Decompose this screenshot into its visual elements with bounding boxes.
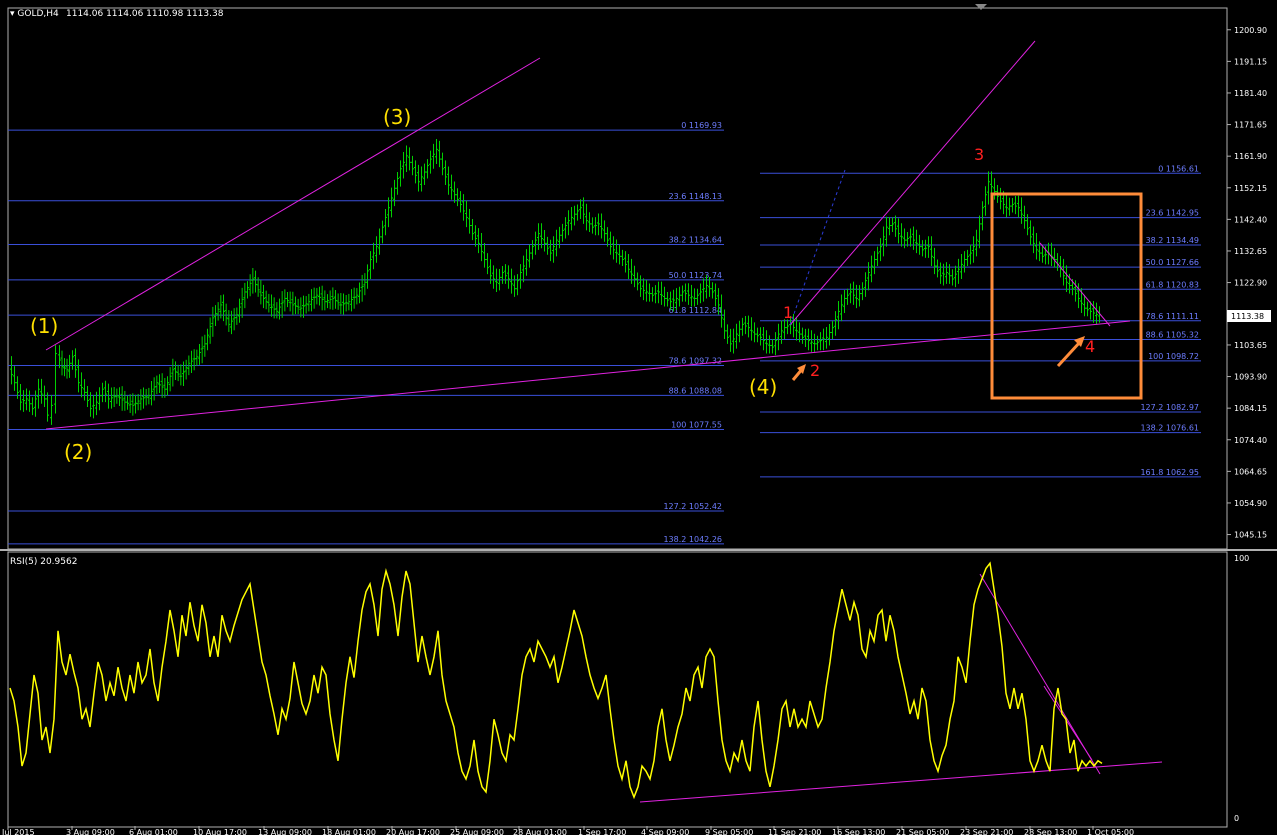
wave-label: 4 (1085, 337, 1095, 356)
time-tick-label: 25 Aug 09:00 (450, 828, 504, 835)
time-tick-label: 20 Aug 17:00 (386, 828, 440, 835)
time-tick-label: 4 Sep 09:00 (641, 828, 689, 835)
price-panel-frame (7, 7, 1228, 550)
price-tick-label: 1074.40 (1234, 436, 1267, 445)
wave-label: (1) (30, 314, 58, 338)
fib-right-level-label: 50.0 1127.66 (1146, 258, 1199, 267)
time-tick-label: 1 Sep 17:00 (578, 828, 626, 835)
fib-retracement-right[interactable]: 0 1156.61 23.6 1142.95 38.2 1134.49 50.0 11… (760, 164, 1201, 478)
chart-symbol: ▾ GOLD,H4 (10, 9, 59, 19)
fib-right-level-label: 38.2 1134.49 (1146, 236, 1199, 245)
price-tick-label: 1171.65 (1234, 121, 1267, 130)
fib-right-level-label: 127.2 1082.97 (1140, 403, 1199, 412)
time-tick-label: 10 Aug 17:00 (193, 828, 247, 835)
trendline-channel-right (789, 40, 1036, 326)
rsi-tick-label: 100 (1234, 554, 1249, 563)
trendline-lower (45, 320, 1131, 430)
chart-window: 0 1169.93 23.6 1148.13 38.2 1134.64 50.0 11… (0, 0, 1277, 835)
price-tick-label: 1064.65 (1234, 467, 1267, 476)
fib-left-level-label: 23.6 1148.13 (669, 192, 722, 201)
trendlines[interactable] (45, 40, 1163, 803)
wave-label: 3 (974, 145, 984, 164)
time-tick-label: 1 Oct 05:00 (1087, 828, 1134, 835)
candlestick-series (10, 138, 1101, 425)
scroll-marker-icon[interactable] (975, 4, 987, 10)
fib-retracement-left[interactable]: 0 1169.93 23.6 1148.13 38.2 1134.64 50.0 11… (8, 121, 724, 545)
time-tick-label: 11 Sep 21:00 (768, 828, 821, 835)
fib-right-level-label: 100 1098.72 (1148, 352, 1199, 361)
time-tick-label: 23 Sep 21:00 (960, 828, 1013, 835)
price-tick-label: 1045.15 (1234, 531, 1267, 540)
wave-label: 1 (783, 303, 793, 322)
fib-right-level-label: 88.6 1105.32 (1146, 331, 1199, 340)
price-tick-label: 1191.15 (1234, 57, 1267, 66)
time-tick-label: 6 Aug 01:00 (129, 828, 178, 835)
price-tick-label: 1103.65 (1234, 341, 1267, 350)
rsi-line (9, 561, 1103, 800)
time-tick-label: 13 Aug 09:00 (258, 828, 312, 835)
time-tick-label: 28 Aug 01:00 (513, 828, 567, 835)
time-tick-label: 21 Sep 05:00 (896, 828, 949, 835)
time-tick-label: Jul 2015 (1, 828, 35, 835)
fib-left-level-label: 50.0 1123.74 (669, 271, 722, 280)
trendline-dashed (789, 169, 846, 326)
price-tick-label: 1054.90 (1234, 499, 1267, 508)
fib-left-level-label: 0 1169.93 (681, 121, 722, 130)
fib-right-level-label: 138.2 1076.61 (1140, 424, 1199, 433)
chart-ohlc: 1114.06 1114.06 1110.98 1113.38 (66, 9, 224, 19)
rsi-series: 100 0 (9, 554, 1249, 823)
rsi-tick-label: 0 (1234, 814, 1239, 823)
wave-label: (3) (383, 105, 411, 129)
time-tick-label: 28 Sep 13:00 (1024, 828, 1077, 835)
price-axis: 1200.90 1191.15 1181.40 1171.65 1161.90 1152.… (1227, 26, 1267, 540)
rsi-panel-frame (7, 551, 1228, 828)
price-tick-label: 1200.90 (1234, 26, 1267, 35)
time-tick-label: 18 Aug 01:00 (322, 828, 376, 835)
fib-left-level-label: 138.2 1042.26 (663, 535, 722, 544)
wave-label: (4) (749, 375, 777, 399)
price-tick-label: 1181.40 (1234, 89, 1267, 98)
wave-label: (2) (64, 440, 92, 464)
price-tick-label: 1093.90 (1234, 373, 1267, 382)
arrow-icon (1056, 340, 1082, 368)
price-tick-label: 1132.65 (1234, 247, 1267, 256)
current-price-value: 1113.38 (1231, 312, 1264, 321)
price-tick-label: 1152.15 (1234, 184, 1267, 193)
fib-right-level-label: 161.8 1062.95 (1140, 468, 1199, 477)
chart-canvas[interactable]: 0 1169.93 23.6 1148.13 38.2 1134.64 50.0 11… (0, 0, 1277, 835)
fib-left-level-label: 88.6 1088.08 (669, 386, 722, 395)
wave-label: 2 (810, 361, 820, 380)
wave-labels[interactable]: (1) (2) (3) (4) 1 2 3 4 (30, 105, 1095, 464)
price-tick-label: 1122.90 (1234, 279, 1267, 288)
rsi-trendline-lower (639, 761, 1163, 803)
time-tick-label: 9 Sep 05:00 (705, 828, 753, 835)
time-tick-label: 3 Aug 09:00 (66, 828, 115, 835)
trendline-down (1039, 242, 1111, 327)
time-tick-label: 16 Sep 13:00 (832, 828, 885, 835)
price-tick-label: 1142.40 (1234, 215, 1267, 224)
fib-left-level-label: 127.2 1052.42 (663, 502, 722, 511)
fib-right-level-label: 61.8 1120.83 (1146, 280, 1199, 289)
rsi-title: RSI(5) 20.9562 (10, 557, 77, 567)
fib-left-level-label: 100 1077.55 (671, 421, 722, 430)
fib-right-level-label: 23.6 1142.95 (1146, 209, 1199, 218)
price-tick-label: 1084.15 (1234, 404, 1267, 413)
fib-right-level-label: 0 1156.61 (1158, 164, 1199, 173)
fib-left-level-label: 38.2 1134.64 (669, 236, 722, 245)
fib-right-level-label: 78.6 1111.11 (1146, 312, 1199, 321)
highlight-box[interactable] (990, 192, 1143, 400)
price-tick-label: 1161.90 (1234, 152, 1267, 161)
